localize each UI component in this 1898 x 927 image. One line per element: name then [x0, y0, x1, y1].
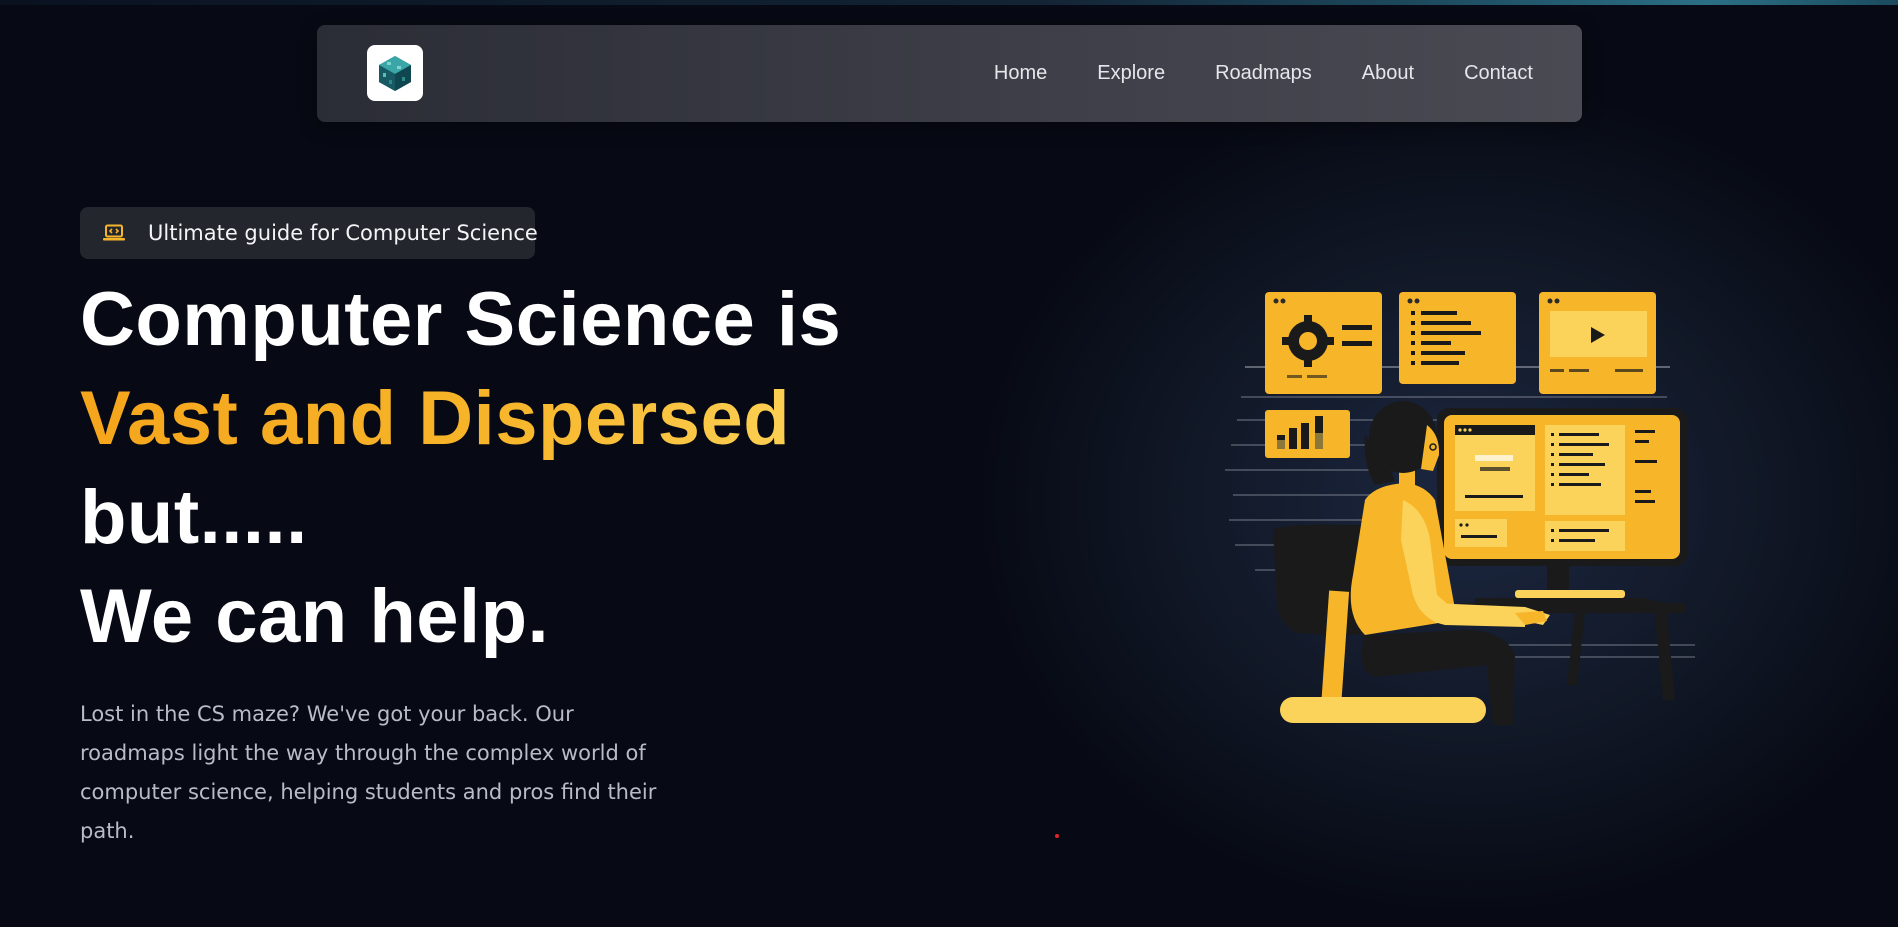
headline-line-4: We can help. [80, 574, 550, 659]
nav-link-contact[interactable]: Contact [1464, 62, 1533, 85]
nav-link-about[interactable]: About [1362, 62, 1414, 85]
headline-line-3: but..... [80, 475, 308, 560]
nav-link-home[interactable]: Home [994, 62, 1047, 85]
badge-text: Ultimate guide for Computer Science [148, 221, 538, 245]
hero-badge: Ultimate guide for Computer Science [80, 207, 538, 259]
cube-logo-icon [379, 56, 411, 91]
hero-headline: Computer Science is Vast and Dispersed b… [80, 270, 841, 666]
navbar: Home Explore Roadmaps About Contact [317, 25, 1582, 122]
hero-description: Lost in the CS maze? We've got your back… [80, 702, 657, 843]
headline-line-1: Computer Science is [80, 277, 842, 362]
red-dot [1055, 834, 1059, 838]
top-gradient-strip [0, 0, 1898, 5]
laptop-code-icon [102, 223, 126, 243]
nav-links: Home Explore Roadmaps About Contact [994, 25, 1533, 122]
nav-link-explore[interactable]: Explore [1097, 62, 1165, 85]
nav-link-roadmaps[interactable]: Roadmaps [1215, 62, 1312, 85]
headline-line-2-accent: Vast and Dispersed [80, 369, 841, 468]
person-at-computer-illustration [1225, 292, 1695, 725]
logo[interactable] [367, 45, 423, 101]
